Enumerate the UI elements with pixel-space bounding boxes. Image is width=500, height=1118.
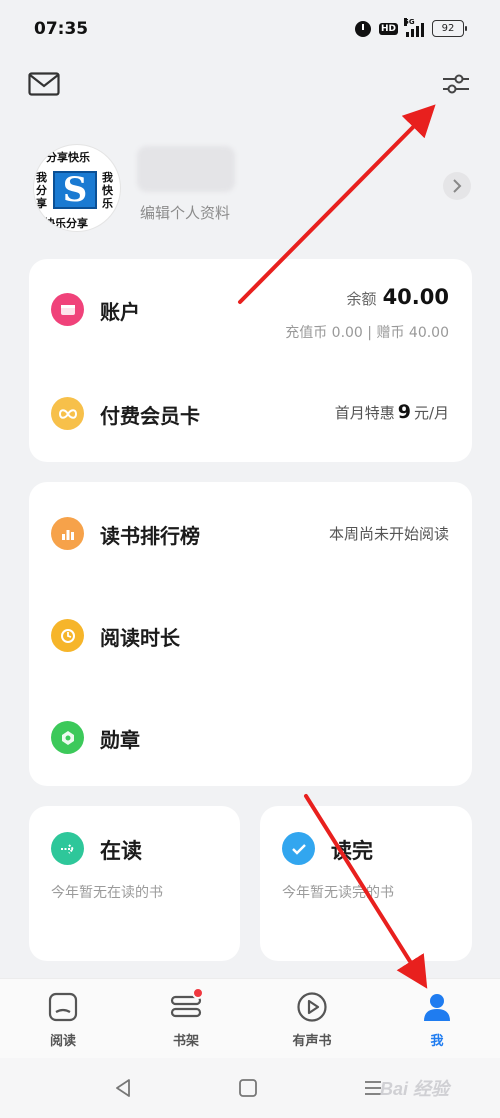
bar-chart-icon	[51, 517, 84, 550]
finished-subtitle: 今年暂无读完的书	[282, 885, 394, 901]
infinity-icon	[51, 397, 84, 430]
wallet-icon	[51, 293, 84, 326]
status-icons: HD 5G 92	[354, 17, 467, 37]
alarm-icon	[354, 20, 371, 37]
check-icon	[282, 832, 315, 865]
person-icon	[419, 989, 455, 1025]
account-label: 账户	[100, 300, 140, 324]
watermark: Bai 经验	[380, 1079, 450, 1099]
status-time: 07:35	[34, 19, 89, 39]
avatar-text-top: 分享快乐	[46, 151, 90, 164]
reading-stats-card: 读书排行榜 本周尚未开始阅读 阅读时长 勋章	[29, 482, 472, 786]
account-card: 账户 余额 40.00 充值币 0.00 | 赠币 40.00 付费会员卡 首月特…	[29, 259, 472, 462]
mail-icon[interactable]	[28, 72, 60, 96]
network-label: 5G	[404, 17, 415, 26]
nav-item-me[interactable]: 我	[397, 989, 477, 1051]
profile-section[interactable]: 分享快乐 我分享 我快乐 快乐分享 S 编辑个人资料	[0, 140, 500, 235]
balance-detail: 充值币 0.00 | 赠币 40.00	[285, 325, 449, 341]
reading-now-card[interactable]: 在读 今年暂无在读的书	[29, 806, 240, 961]
back-icon[interactable]	[111, 1076, 135, 1100]
bookshelf-icon	[168, 987, 204, 1025]
nav-item-bookshelf[interactable]: 书架	[146, 987, 226, 1051]
avatar-text-left: 我分享	[36, 171, 47, 210]
rank-status: 本周尚未开始阅读	[328, 525, 449, 543]
hd-icon: HD	[378, 22, 398, 35]
nav-label-me: 我	[430, 1034, 444, 1049]
balance: 余额 40.00	[347, 285, 449, 309]
finished-title: 读完	[331, 839, 373, 863]
nav-label-read: 阅读	[49, 1034, 76, 1049]
chevron-right-icon[interactable]	[443, 172, 471, 200]
vip-card-row[interactable]: 付费会员卡 首月特惠 9 元/月	[29, 383, 472, 443]
nav-item-audiobook[interactable]: 有声书	[272, 989, 352, 1051]
balance-label: 余额	[346, 290, 377, 308]
finished-card[interactable]: 读完 今年暂无读完的书	[260, 806, 472, 961]
edit-profile-link[interactable]: 编辑个人资料	[140, 202, 230, 223]
username-blurred	[137, 146, 235, 192]
play-icon	[294, 989, 330, 1025]
sliders-icon[interactable]	[442, 72, 470, 96]
nav-label-audiobook: 有声书	[292, 1034, 332, 1049]
avatar-text-bottom: 快乐分享	[44, 217, 88, 230]
account-row[interactable]: 账户 余额 40.00 充值币 0.00 | 赠币 40.00	[29, 279, 472, 341]
battery-icon: 92	[432, 20, 467, 37]
system-nav-bar: Bai 经验	[0, 1058, 500, 1118]
rank-row[interactable]: 读书排行榜 本周尚未开始阅读	[29, 503, 472, 563]
vip-label: 付费会员卡	[100, 404, 200, 428]
book-icon	[45, 989, 81, 1025]
medal-row[interactable]: 勋章	[29, 707, 472, 767]
avatar-logo: S	[53, 170, 97, 210]
reading-now-title: 在读	[100, 839, 142, 863]
vip-offer-suffix: 元/月	[413, 404, 449, 422]
duration-label: 阅读时长	[100, 626, 180, 650]
vip-offer-prefix: 首月特惠	[334, 404, 395, 422]
medal-label: 勋章	[100, 728, 140, 752]
arrow-right-icon	[51, 832, 84, 865]
duration-row[interactable]: 阅读时长	[29, 605, 472, 665]
rank-label: 读书排行榜	[100, 524, 200, 548]
home-icon[interactable]	[236, 1076, 260, 1100]
balance-amount: 40.00	[382, 285, 449, 309]
vip-offer: 首月特惠 9 元/月	[335, 401, 449, 423]
status-bar: 07:35 HD 5G 92	[0, 0, 500, 60]
medal-icon	[51, 721, 84, 754]
avatar[interactable]: 分享快乐 我分享 我快乐 快乐分享 S	[33, 144, 121, 232]
top-actions	[0, 60, 500, 110]
vip-offer-price: 9	[397, 401, 411, 423]
bottom-nav: 阅读 书架 有声书 我	[0, 978, 500, 1058]
avatar-text-right: 我快乐	[102, 171, 113, 210]
reading-now-subtitle: 今年暂无在读的书	[51, 885, 163, 901]
notification-dot	[192, 987, 204, 999]
clock-icon	[51, 619, 84, 652]
signal-icon: 5G	[404, 17, 424, 37]
nav-item-read[interactable]: 阅读	[23, 989, 103, 1051]
nav-label-bookshelf: 书架	[172, 1034, 199, 1049]
